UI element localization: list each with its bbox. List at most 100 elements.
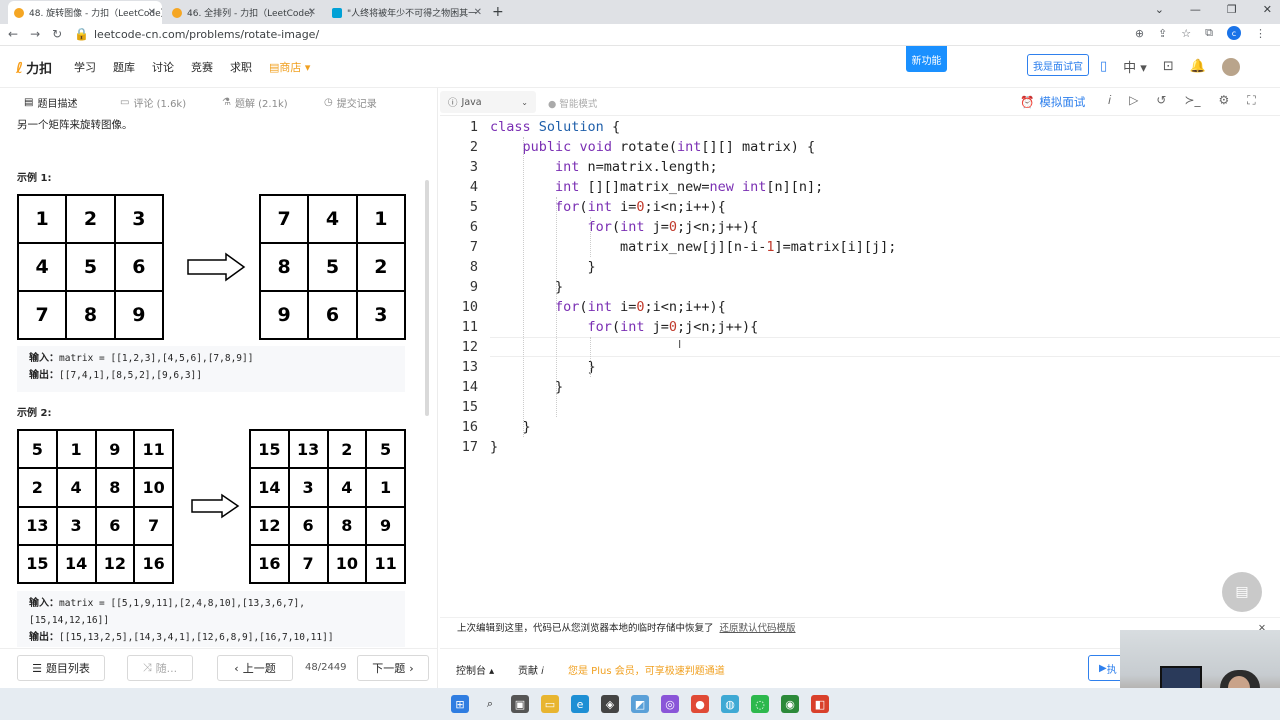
- code-line[interactable]: 6 for(int j=0;j<n;j++){: [440, 217, 1280, 237]
- random-button[interactable]: ⤨ 随...: [127, 655, 193, 681]
- bilibili-favicon-icon: [332, 7, 342, 18]
- console-toggle[interactable]: 控制台 ▴: [456, 662, 494, 677]
- minimize-icon[interactable]: —: [1190, 3, 1201, 16]
- app-icon[interactable]: ◉: [781, 695, 799, 713]
- next-problem-button[interactable]: 下一题 ›: [357, 655, 429, 681]
- url-input[interactable]: leetcode-cn.com/problems/rotate-image/: [94, 28, 319, 41]
- browser-tab[interactable]: "人终将被年少不可得之物困其一 ✕: [326, 1, 488, 24]
- nav-discuss[interactable]: 讨论: [152, 59, 174, 75]
- notes-float-button[interactable]: ▤: [1222, 572, 1262, 612]
- chrome-icon[interactable]: ●: [691, 695, 709, 713]
- code-line[interactable]: 13 }: [440, 357, 1280, 377]
- browser-tab-bar: 48. 旋转图像 - 力扣（LeetCode） ✕ 46. 全排列 - 力扣（L…: [0, 0, 1280, 24]
- tab-comments[interactable]: ▭ 评论 (1.6k): [120, 95, 186, 110]
- code-line[interactable]: 1 class Solution {: [440, 117, 1280, 137]
- language-select[interactable]: ⓘ Java ⌄: [440, 91, 536, 113]
- language-switch[interactable]: 中 ▾: [1123, 57, 1147, 76]
- fullscreen-icon[interactable]: ⛶: [1247, 93, 1255, 108]
- code-line[interactable]: 9 }: [440, 277, 1280, 297]
- browser-tab-active[interactable]: 48. 旋转图像 - 力扣（LeetCode） ✕: [8, 1, 162, 24]
- code-line[interactable]: 4 int [][]matrix_new=new int[n][n];: [440, 177, 1280, 197]
- matrix-cell: 3: [56, 506, 96, 545]
- reload-icon[interactable]: ↻: [52, 27, 62, 41]
- smart-mode-toggle[interactable]: ● 智能模式: [548, 96, 597, 110]
- mobile-icon[interactable]: ▯: [1100, 59, 1107, 74]
- notification-bell-icon[interactable]: 🔔: [1190, 59, 1206, 74]
- nav-learn[interactable]: 学习: [74, 59, 96, 75]
- close-tab-icon[interactable]: ✕: [308, 7, 316, 18]
- code-text: matrix_new[j][n-i-1]=matrix[i][j];: [490, 239, 897, 255]
- close-tab-icon[interactable]: ✕: [148, 7, 156, 18]
- restore-default-link[interactable]: 还原默认代码模版: [720, 623, 796, 634]
- wechat-icon[interactable]: ◌: [751, 695, 769, 713]
- new-feature-badge[interactable]: 新功能: [906, 46, 947, 72]
- zoom-icon[interactable]: ⊕: [1135, 27, 1144, 40]
- code-line[interactable]: 10 for(int i=0;i<n;i++){: [440, 297, 1280, 317]
- nav-problems[interactable]: 题库: [113, 59, 135, 75]
- user-avatar[interactable]: [1221, 57, 1240, 76]
- leetcode-logo[interactable]: ℓ 力扣: [16, 58, 52, 78]
- interviewer-button[interactable]: 我是面试官: [1027, 54, 1089, 76]
- menu-icon[interactable]: ⋮: [1255, 27, 1266, 40]
- matrix-cell: 3: [356, 291, 405, 339]
- tab-solutions[interactable]: ⚗ 题解 (2.1k): [222, 95, 288, 110]
- search-icon[interactable]: ⌕: [481, 695, 499, 713]
- close-window-icon[interactable]: ✕: [1263, 3, 1272, 16]
- close-tab-icon[interactable]: ✕: [474, 7, 482, 18]
- nav-store[interactable]: ▤商店 ▾: [269, 59, 310, 75]
- bookmark-star-icon[interactable]: ☆: [1181, 27, 1191, 40]
- settings-icon[interactable]: ⚙: [1219, 93, 1230, 108]
- line-number: 12: [461, 339, 478, 355]
- app-icon[interactable]: ◎: [661, 695, 679, 713]
- code-line[interactable]: 8 }: [440, 257, 1280, 277]
- contribute-button[interactable]: 贡献 𝑖: [518, 662, 544, 677]
- tab-search-icon[interactable]: ⌄: [1155, 3, 1164, 16]
- code-editor[interactable]: 1 class Solution {2 public void rotate(in…: [440, 117, 1280, 607]
- matrix-cell: 15: [18, 544, 57, 583]
- code-line[interactable]: 5 for(int i=0;i<n;i++){: [440, 197, 1280, 217]
- terminal-icon[interactable]: ⊡: [1163, 59, 1174, 74]
- new-tab-icon[interactable]: +: [492, 4, 504, 20]
- edge-icon[interactable]: e: [571, 695, 589, 713]
- tab-description[interactable]: ▤ 题目描述: [24, 95, 77, 110]
- left-scrollbar[interactable]: [425, 180, 429, 416]
- code-line[interactable]: 16 }: [440, 417, 1280, 437]
- task-view-icon[interactable]: ▣: [511, 695, 529, 713]
- lock-icon[interactable]: 🔒: [74, 27, 89, 41]
- console-prompt-icon[interactable]: ≻_: [1184, 93, 1200, 108]
- forward-icon[interactable]: →: [30, 27, 40, 41]
- store-icon[interactable]: ◈: [601, 695, 619, 713]
- panel-divider[interactable]: [437, 88, 438, 688]
- code-line[interactable]: 2 public void rotate(int[][] matrix) {: [440, 137, 1280, 157]
- play-icon[interactable]: ▷: [1129, 93, 1138, 108]
- code-line[interactable]: 12: [440, 337, 1280, 357]
- back-icon[interactable]: ←: [8, 27, 18, 41]
- maximize-icon[interactable]: ❐: [1227, 3, 1237, 16]
- windows-taskbar: ⊞ ⌕ ▣ ▭ e ◈ ◩ ◎ ● ◍ ◌ ◉ ◧: [0, 688, 1280, 720]
- share-icon[interactable]: ⇪: [1158, 27, 1167, 40]
- code-line[interactable]: 11 for(int j=0;j<n;j++){: [440, 317, 1280, 337]
- reset-icon[interactable]: ↺: [1156, 93, 1166, 108]
- code-line[interactable]: 14 }: [440, 377, 1280, 397]
- code-line[interactable]: 7 matrix_new[j][n-i-1]=matrix[i][j];: [440, 237, 1280, 257]
- nav-contest[interactable]: 竞赛: [191, 59, 213, 75]
- problem-list-button[interactable]: ☰ 题目列表: [17, 655, 105, 681]
- app-icon[interactable]: ◩: [631, 695, 649, 713]
- app-icon[interactable]: ◧: [811, 695, 829, 713]
- file-explorer-icon[interactable]: ▭: [541, 695, 559, 713]
- profile-avatar[interactable]: c: [1227, 26, 1241, 40]
- info-italic-icon[interactable]: 𝑖: [1108, 93, 1111, 108]
- tab-submissions[interactable]: ◷ 提交记录: [324, 95, 377, 110]
- mock-interview-button[interactable]: ⏰ 模拟面试: [1020, 94, 1085, 110]
- prev-problem-button[interactable]: ‹ 上一题: [217, 655, 293, 681]
- browser-tab[interactable]: 46. 全排列 - 力扣（LeetCode） ✕: [166, 1, 322, 24]
- windows-start-icon[interactable]: ⊞: [451, 695, 469, 713]
- extensions-icon[interactable]: ⧉: [1205, 26, 1213, 40]
- code-line[interactable]: 3 int n=matrix.length;: [440, 157, 1280, 177]
- matrix-cell: 5: [18, 430, 57, 469]
- tab-label: 评论 (1.6k): [133, 99, 187, 110]
- code-line[interactable]: 17}: [440, 437, 1280, 457]
- app-icon[interactable]: ◍: [721, 695, 739, 713]
- nav-jobs[interactable]: 求职: [230, 59, 252, 75]
- code-line[interactable]: 15: [440, 397, 1280, 417]
